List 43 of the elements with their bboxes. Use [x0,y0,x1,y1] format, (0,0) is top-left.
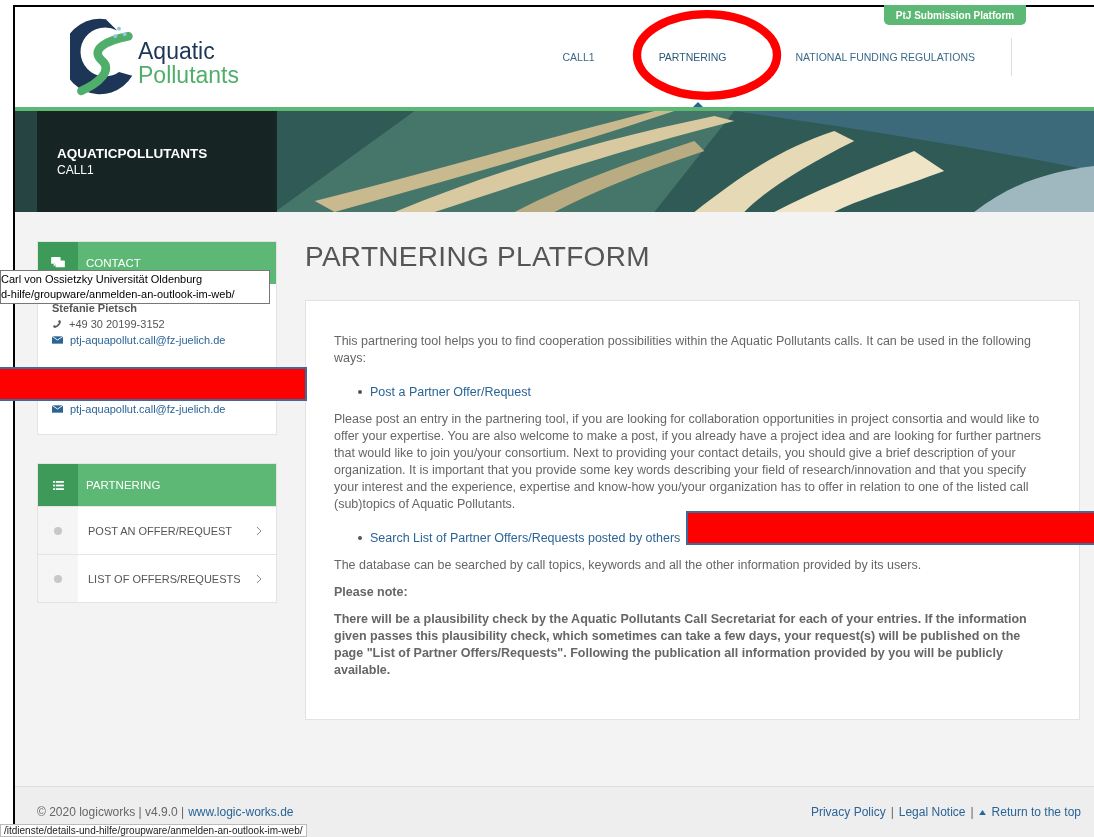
menu-item[interactable]: POST AN OFFER/REQUEST [38,506,276,554]
nav-tab[interactable]: NATIONAL FUNDING REGULATIONS [772,38,1012,76]
nav-tab[interactable]: PARTNERING [636,7,749,107]
content-link[interactable]: Post a Partner Offer/Request [370,385,531,399]
copyright-text: © 2020 logicworks | v4.9.0 | [37,805,185,819]
content-link[interactable]: Search List of Partner Offers/Requests posted by others [370,531,681,545]
paragraph: Please post an entry in the partnering tool, if you are looking for collaboration opportunities in project consortia and would like to offer your expertise. You are also welcome to make a post, if you already have a project idea and are looking for further partners that would like to join you/your consortium. Next to providing your contact details, you should give a brief description of your organization. It is important that you provide some key words describing your field of research/innovation and that you specify your interest and the experience, expertise and know-how you/your organization has to offer in relation to one of the listed call (sub)topics of Aquatic Pollutants. [334,411,1043,513]
chevron-icon [256,573,262,584]
chat-icon [51,257,65,269]
nav-tab[interactable]: CALL1 [540,38,617,76]
card-title: PARTNERING [86,479,161,491]
chevron-icon [256,525,262,536]
page-title: PARTNERING PLATFORM [305,241,651,274]
tooltip-text: Carl von Ossietzky Universität Oldenburg [1,272,204,287]
email-link[interactable]: ptj-aquapollut.call@fz-juelich.de [70,403,226,415]
footer-link[interactable]: Legal Notice [898,805,966,819]
separator-text: | [970,805,974,819]
mail-icon [52,336,63,344]
logo-text: Pollutants [138,63,239,87]
paragraph: This partnering tool helps you to find cooperation possibilities within the Aquatic Pollutants calls. It can be used in the following ways: [334,333,1032,367]
mail-icon [52,405,63,413]
menu-item[interactable]: LIST OF OFFERS/REQUESTS [38,554,276,602]
banner-subtitle: CALL1 [57,163,95,177]
footer-link[interactable]: www.logic-works.de [188,805,294,819]
list-icon [52,480,64,490]
tooltip-text: d-hilfe/groupware/anmelden-an-outlook-im-web/ [1,287,236,302]
separator-text: | [890,805,894,819]
return-top-link[interactable]: Return to the top [991,805,1081,819]
card-title: CONTACT [86,257,141,269]
email-link[interactable]: ptj-aquapollut.call@fz-juelich.de [70,334,226,346]
status-url: /itdienste/details-und-hilfe/groupware/anmelden-an-outlook-im-web/ [0,824,307,837]
phone-icon [52,319,62,329]
note-text: There will be a plausibility check by the Aquatic Pollutants Call Secretariat for each of your entries. If the information given passes this plausibility check, which sometimes can take a few days, your request(s) will be published on the page "List of Partner Offers/Requests". Following the publication all information provided by you will be publicly available. [334,611,1028,679]
bullet-dot [54,526,62,535]
note-text: Please note: [334,584,409,601]
phone-number: +49 30 20199-3152 [69,318,165,330]
logo-icon [70,17,136,97]
footer-link[interactable]: Privacy Policy [810,805,886,819]
bullet-dot [54,574,62,583]
contact-name: Stefanie Pietsch [52,302,138,314]
banner-title: AQUATICPOLLUTANTS [57,146,209,161]
up-arrow-icon [978,809,986,815]
paragraph: The database can be searched by call topics, keywords and all the other information provided by its users. [334,557,923,574]
